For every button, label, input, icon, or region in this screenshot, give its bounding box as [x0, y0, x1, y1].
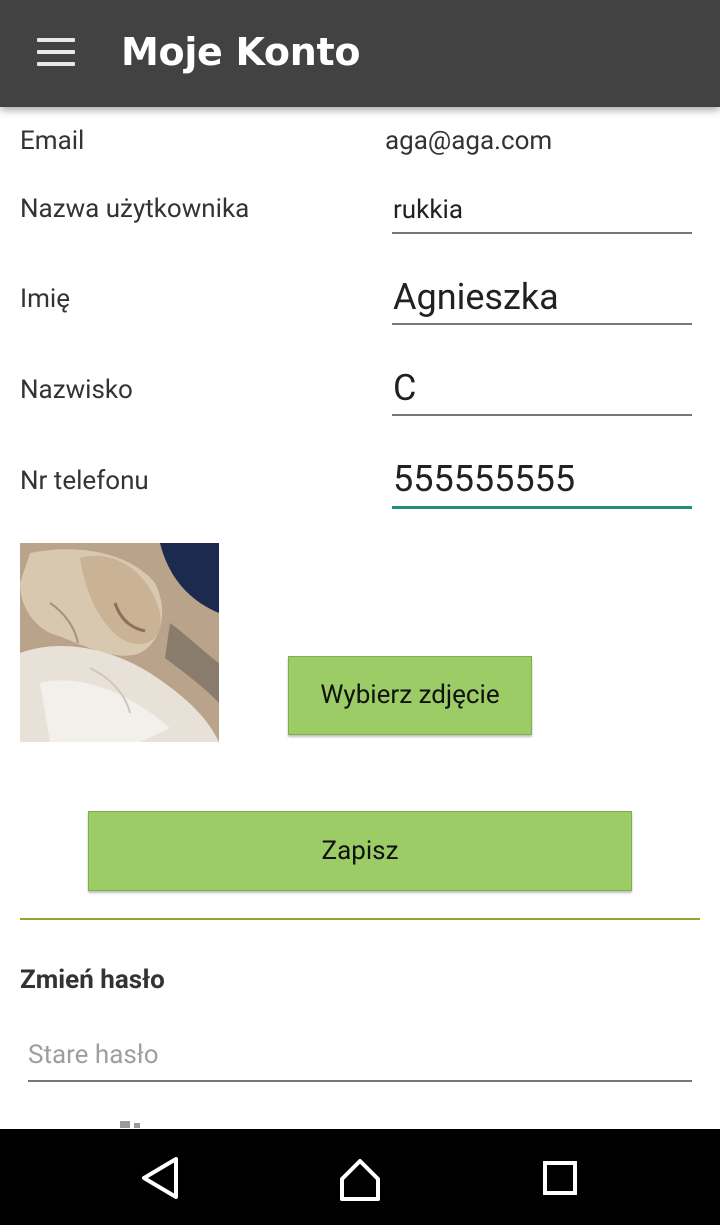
- last-name-label: Nazwisko: [20, 375, 133, 405]
- nav-recents-button[interactable]: [530, 1151, 590, 1205]
- section-divider: [20, 918, 700, 920]
- old-password-field[interactable]: Stare hasło: [28, 1040, 692, 1082]
- phone-field[interactable]: 555555555: [392, 456, 692, 509]
- system-nav-bar: [0, 1129, 720, 1225]
- username-field[interactable]: rukkia: [392, 190, 692, 234]
- menu-button[interactable]: [24, 24, 88, 80]
- home-icon: [340, 1159, 380, 1201]
- nav-home-button[interactable]: [330, 1151, 390, 1205]
- page-title: Moje Konto: [121, 30, 361, 74]
- back-triangle-icon: [142, 1157, 178, 1199]
- recents-square-icon: [543, 1161, 577, 1195]
- phone-label: Nr telefonu: [20, 466, 149, 496]
- change-password-title: Zmień hasło: [20, 965, 165, 995]
- choose-photo-button[interactable]: Wybierz zdjęcie: [288, 656, 532, 735]
- profile-photo: [20, 543, 219, 742]
- first-name-field[interactable]: Agnieszka: [392, 274, 692, 325]
- save-button[interactable]: Zapisz: [88, 811, 632, 891]
- username-label: Nazwa użytkownika: [20, 194, 250, 224]
- last-name-field[interactable]: C: [392, 365, 692, 416]
- old-password-placeholder: Stare hasło: [28, 1040, 159, 1070]
- nav-back-button[interactable]: [130, 1151, 190, 1205]
- email-value: aga@aga.com: [385, 126, 553, 156]
- app-bar: Moje Konto: [0, 0, 720, 107]
- first-name-label: Imię: [20, 284, 70, 314]
- email-label: Email: [20, 126, 85, 156]
- next-field-label-cutoff: [20, 1116, 140, 1128]
